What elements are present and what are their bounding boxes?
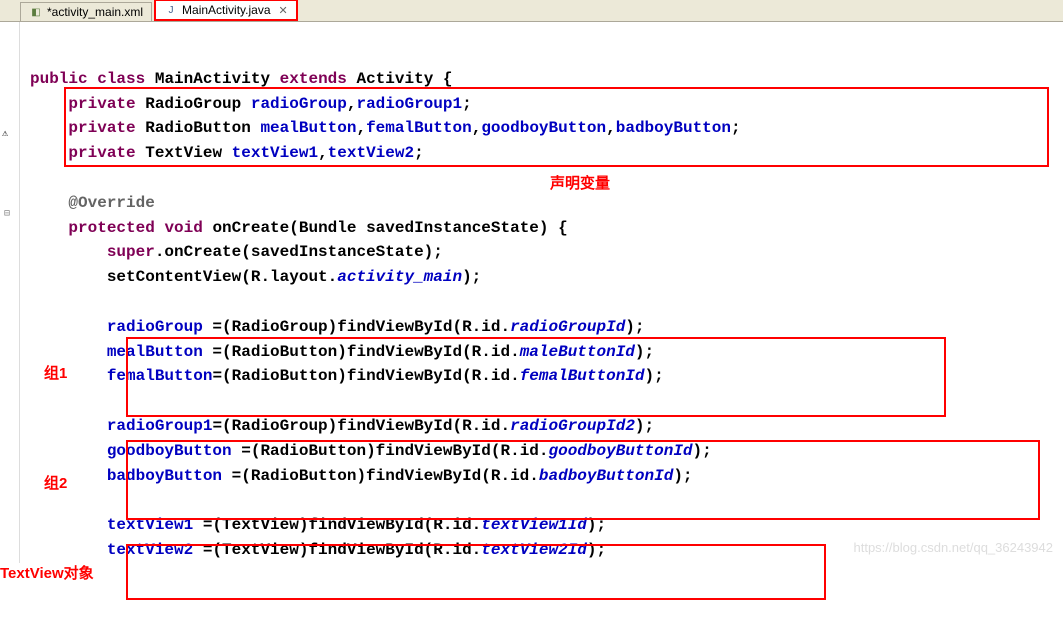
code-editor[interactable]: ⚠ ⊟ public class MainActivity extends Ac… [0,22,1063,563]
annotation-box-vars [64,87,1049,167]
warning-icon: ⚠ [2,127,8,143]
tab-activity-main-xml[interactable]: ◧ *activity_main.xml [20,2,152,21]
close-icon[interactable]: ✕ [279,4,288,17]
code-line [30,42,1063,67]
tab-label: *activity_main.xml [47,5,143,19]
code-line [30,290,1063,315]
code-line: protected void onCreate(Bundle savedInst… [30,216,1063,241]
code-line: @Override [30,191,1063,216]
gutter: ⚠ ⊟ [0,22,20,563]
annotation-box-textview [126,544,826,600]
java-file-icon: J [164,3,178,17]
tab-label: MainActivity.java [182,3,270,17]
code-line [30,166,1063,191]
code-line: radioGroup =(RadioGroup)findViewById(R.i… [30,315,1063,340]
annotation-box-group1 [126,337,946,417]
code-line: super.onCreate(savedInstanceState); [30,240,1063,265]
code-line: radioGroup1=(RadioGroup)findViewById(R.i… [30,414,1063,439]
tab-bar: ◧ *activity_main.xml J MainActivity.java… [0,0,1063,22]
fold-icon[interactable]: ⊟ [4,207,10,223]
annotation-box-group2 [126,440,1040,520]
xml-file-icon: ◧ [29,5,43,19]
watermark: https://blog.csdn.net/qq_36243942 [854,538,1054,558]
annotation-label-vars: 声明变量 [550,172,610,195]
tab-main-activity-java[interactable]: J MainActivity.java ✕ [154,0,298,21]
annotation-label-textview: TextView对象 [0,562,94,585]
annotation-label-group1: 组1 [44,362,67,385]
code-line: setContentView(R.layout.activity_main); [30,265,1063,290]
annotation-label-group2: 组2 [44,472,67,495]
